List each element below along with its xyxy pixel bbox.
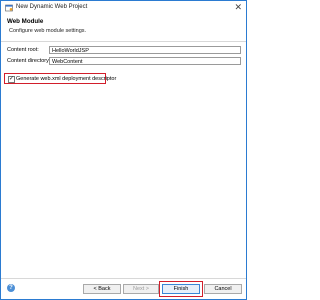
generate-webxml-label[interactable]: Generate web.xml deployment descriptor (16, 76, 116, 82)
content-directory-input[interactable]: WebContent (49, 57, 241, 65)
content-directory-label: Content directory: (7, 58, 51, 64)
content-root-label: Content root: (7, 47, 39, 53)
generate-webxml-checkbox[interactable] (8, 75, 15, 83)
cancel-button[interactable]: Cancel (204, 284, 242, 294)
dialog-window: New Dynamic Web Project ✕ Web Module Con… (0, 0, 247, 300)
footer-divider (1, 278, 246, 279)
finish-button[interactable]: Finish (162, 284, 200, 294)
next-button[interactable]: Next > (123, 284, 159, 294)
page-title: Web Module (7, 18, 44, 25)
wizard-header: Web Module Configure web module settings… (1, 15, 246, 42)
window-title: New Dynamic Web Project (16, 4, 88, 10)
eclipse-app-icon (5, 4, 13, 12)
page-subtitle: Configure web module settings. (9, 28, 87, 34)
content-root-input[interactable]: HelloWorldJSP (49, 46, 241, 54)
help-icon[interactable]: ? (7, 284, 15, 292)
back-button[interactable]: < Back (83, 284, 121, 294)
close-icon[interactable]: ✕ (234, 2, 242, 13)
generate-webxml-highlight: Generate web.xml deployment descriptor (4, 73, 116, 84)
title-bar[interactable]: New Dynamic Web Project ✕ (1, 1, 246, 15)
